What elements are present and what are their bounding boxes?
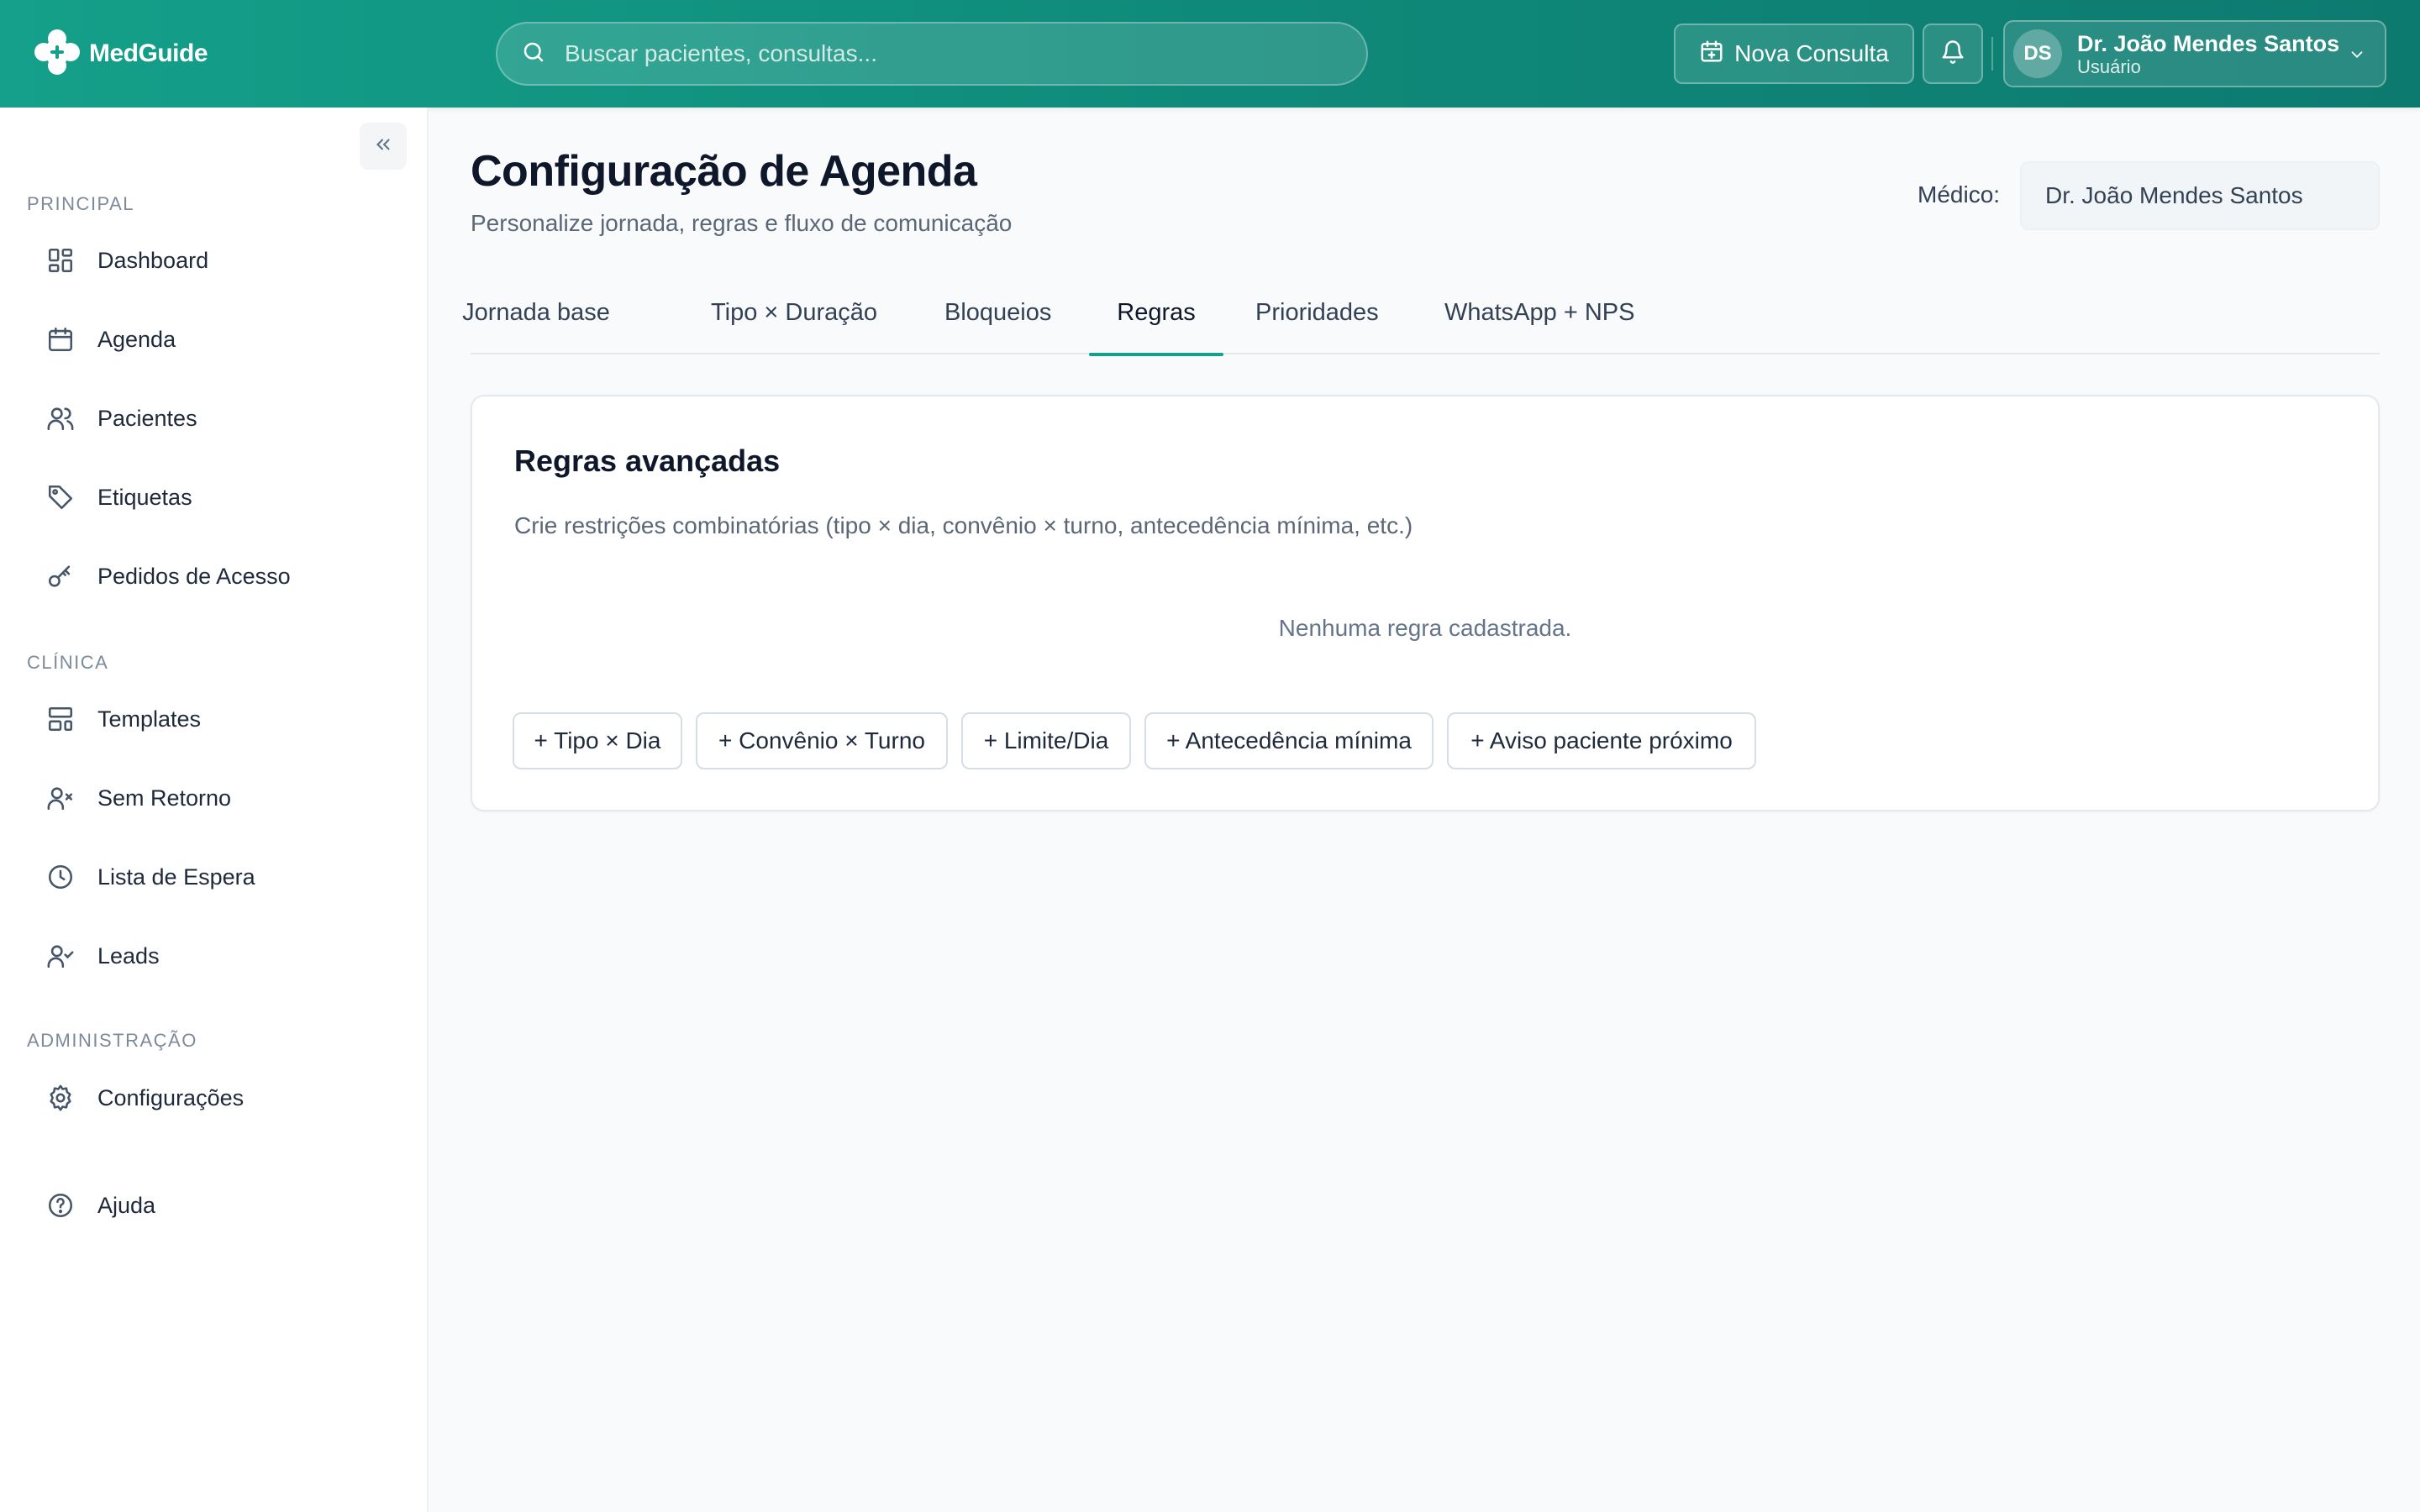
card-title: Regras avançadas <box>514 444 781 478</box>
user-x-icon <box>29 784 92 812</box>
new-consult-button[interactable]: Nova Consulta <box>1674 24 1914 84</box>
sidebar-item-label: Agenda <box>97 326 176 352</box>
search-input[interactable] <box>565 40 1321 67</box>
add-convenio-turno-button[interactable]: + Convênio × Turno <box>696 712 948 769</box>
add-aviso-paciente-button[interactable]: + Aviso paciente próximo <box>1447 712 1756 769</box>
header-divider <box>1991 37 1993 71</box>
page-title: Configuração de Agenda <box>471 147 977 196</box>
medico-label: Médico: <box>1918 181 2001 207</box>
clock-icon <box>29 863 92 891</box>
sidebar-item-pedidos-acesso[interactable]: Pedidos de Acesso <box>25 544 403 608</box>
tab-jornada-base[interactable]: Jornada base <box>462 299 610 354</box>
tab-label: Prioridades <box>1255 299 1379 326</box>
sidebar-item-label: Sem Retorno <box>97 785 232 811</box>
settings-tabs: Jornada base Tipo × Duração Bloqueios Re… <box>462 286 2380 356</box>
sidebar-item-label: Ajuda <box>97 1192 156 1218</box>
search-bar[interactable] <box>496 22 1368 86</box>
tab-label: Bloqueios <box>944 299 1052 326</box>
add-antecedencia-button[interactable]: + Antecedência mínima <box>1144 712 1434 769</box>
medico-select[interactable]: Dr. João Mendes Santos <box>2020 161 2380 230</box>
sidebar-item-etiquetas[interactable]: Etiquetas <box>25 465 403 529</box>
chevron-down-icon <box>2348 45 2366 68</box>
sidebar-item-label: Templates <box>97 706 202 732</box>
user-check-icon <box>29 942 92 970</box>
user-name: Dr. João Mendes Santos <box>2077 31 2340 56</box>
app-name: MedGuide <box>89 39 208 67</box>
calendar-icon <box>29 325 92 354</box>
add-limite-dia-button[interactable]: + Limite/Dia <box>961 712 1131 769</box>
sidebar-item-label: Etiquetas <box>97 484 192 510</box>
collapse-sidebar-button[interactable] <box>360 123 407 170</box>
add-tipo-dia-button[interactable]: + Tipo × Dia <box>513 712 682 769</box>
users-icon <box>29 404 92 433</box>
search-icon <box>521 39 546 69</box>
sidebar-item-label: Pacientes <box>97 405 197 431</box>
user-role: Usuário <box>2077 56 2141 77</box>
sidebar-item-label: Leads <box>97 942 160 969</box>
chevrons-left-icon <box>372 134 394 160</box>
sidebar-item-label: Dashboard <box>97 247 209 273</box>
tab-regras[interactable]: Regras <box>1089 299 1223 356</box>
card-description: Crie restrições combinatórias (tipo × di… <box>514 512 1413 538</box>
calendar-plus-icon <box>1699 39 1724 70</box>
key-icon <box>29 562 92 591</box>
sidebar-item-templates[interactable]: Templates <box>25 687 403 751</box>
section-label-administracao: ADMINISTRAÇÃO <box>27 1030 197 1051</box>
dashboard-icon <box>29 246 92 275</box>
user-menu[interactable]: DS Dr. João Mendes Santos Usuário <box>2003 20 2386 87</box>
sidebar-item-label: Lista de Espera <box>97 864 255 890</box>
tab-label: Regras <box>1117 299 1196 326</box>
medguide-logo-icon <box>32 27 82 81</box>
tag-icon <box>29 483 92 512</box>
rules-card: Regras avançadas Crie restrições combina… <box>471 395 2380 811</box>
sidebar-item-agenda[interactable]: Agenda <box>25 307 403 371</box>
avatar: DS <box>2013 29 2062 78</box>
sidebar-item-leads[interactable]: Leads <box>25 924 403 988</box>
sidebar-item-ajuda[interactable]: Ajuda <box>25 1173 403 1237</box>
tab-label: Jornada base <box>462 299 610 326</box>
sidebar-item-lista-espera[interactable]: Lista de Espera <box>25 845 403 909</box>
section-label-principal: PRINCIPAL <box>27 193 135 214</box>
layout-template-icon <box>29 705 92 733</box>
sidebar-item-label: Configurações <box>97 1084 245 1110</box>
sidebar-item-pacientes[interactable]: Pacientes <box>25 386 403 450</box>
tab-label: WhatsApp + NPS <box>1444 299 1635 326</box>
gear-icon <box>29 1084 92 1112</box>
sidebar-item-configuracoes[interactable]: Configurações <box>25 1066 403 1130</box>
notifications-button[interactable] <box>1923 24 1983 84</box>
page-subtitle: Personalize jornada, regras e fluxo de c… <box>471 210 1013 236</box>
top-header: MedGuide Nova Consulta DS Dr. João Mende… <box>0 0 2420 108</box>
bell-icon <box>1940 39 1965 69</box>
app-logo[interactable]: MedGuide <box>32 25 208 82</box>
sidebar-item-dashboard[interactable]: Dashboard <box>25 228 403 292</box>
new-consult-label: Nova Consulta <box>1734 40 1889 66</box>
section-label-clinica: CLÍNICA <box>27 652 109 673</box>
sidebar-item-sem-retorno[interactable]: Sem Retorno <box>25 766 403 830</box>
help-circle-icon <box>29 1191 92 1220</box>
empty-state: Nenhuma regra cadastrada. <box>1278 615 1572 641</box>
tab-label: Tipo × Duração <box>711 299 878 326</box>
sidebar: PRINCIPAL Dashboard Agenda Pacientes Eti… <box>0 108 429 1512</box>
sidebar-item-label: Pedidos de Acesso <box>97 563 291 589</box>
